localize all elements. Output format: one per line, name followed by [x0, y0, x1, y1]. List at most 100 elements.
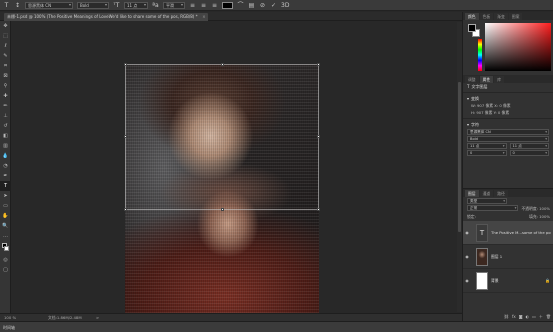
pen-tool-icon[interactable]: ✒ — [0, 171, 11, 181]
fg-bg-colors[interactable] — [0, 241, 11, 255]
visibility-eye-icon[interactable]: ◉ — [463, 254, 471, 259]
tab-swatches[interactable]: 色板 — [479, 13, 494, 20]
move-tool-icon[interactable]: ✥ — [0, 21, 11, 31]
opacity-control[interactable]: 不透明度: 100% — [521, 205, 550, 212]
mask-icon[interactable]: ◙ — [519, 313, 523, 321]
tab-patterns[interactable]: 图案 — [508, 13, 523, 20]
layer-filter-select[interactable]: 类型 — [467, 198, 507, 204]
quick-mask-icon[interactable]: ◎ — [0, 255, 11, 265]
more-tools-icon[interactable]: … — [0, 231, 11, 241]
link-icon[interactable]: ⛓ — [504, 313, 509, 321]
cancel-icon[interactable]: ⊘ — [259, 2, 266, 9]
text-bounding-box[interactable] — [124, 63, 320, 211]
marquee-tool-icon[interactable]: ⬚ — [0, 31, 11, 41]
fx-icon[interactable]: fx — [512, 313, 516, 321]
warp-text-icon[interactable]: ⌒ — [237, 2, 244, 9]
new-layer-icon[interactable]: ＋ — [539, 313, 543, 321]
font-style-select[interactable]: Bold — [77, 1, 109, 9]
hand-tool-icon[interactable]: ✋ — [0, 211, 11, 221]
text-color-swatch[interactable] — [222, 1, 233, 9]
char-tracking-row: 0 0 — [463, 150, 553, 156]
trash-icon[interactable]: 🗑 — [546, 313, 551, 321]
path-selection-tool-icon[interactable]: ➤ — [0, 191, 11, 201]
healing-brush-tool-icon[interactable]: ✚ — [0, 91, 11, 101]
char-leading-select[interactable]: 11 点 — [509, 143, 549, 149]
hue-slider[interactable] — [478, 39, 482, 71]
layer-name[interactable]: 背景 — [491, 278, 499, 284]
blur-tool-icon[interactable]: 💧 — [0, 151, 11, 161]
tab-adjustments[interactable]: 调整 — [465, 76, 479, 83]
transform-handle[interactable] — [221, 208, 224, 211]
tab-paths[interactable]: 路径 — [494, 190, 508, 197]
adjustment-icon[interactable]: ◐ — [526, 313, 530, 321]
font-size-select[interactable]: 11 点 — [124, 1, 148, 9]
layer-row[interactable]: ◉ 背景 🔒 — [463, 269, 553, 293]
char-style-select[interactable]: Bold — [467, 136, 549, 142]
text-tool-icon[interactable]: T — [3, 2, 10, 9]
dodge-tool-icon[interactable]: ◔ — [0, 161, 11, 171]
transform-handle[interactable] — [317, 63, 320, 66]
commit-check-icon[interactable]: ✓ — [270, 2, 277, 9]
rectangle-tool-icon[interactable]: ▭ — [0, 201, 11, 211]
transform-handle[interactable] — [124, 208, 127, 211]
layer-name[interactable]: 图层 1 — [491, 254, 502, 260]
fill-control[interactable]: 填充: 100% — [529, 213, 550, 220]
char-size-select[interactable]: 11 点 — [467, 143, 507, 149]
char-size-row: 11 点 11 点 — [463, 143, 553, 149]
screen-mode-icon[interactable]: ▢ — [0, 265, 11, 275]
char-font-select[interactable]: 思源黑体 CN — [467, 129, 549, 135]
text-orientation-icon[interactable]: ↕ — [14, 2, 21, 9]
panel-foreground-color[interactable] — [468, 24, 476, 32]
brush-tool-icon[interactable]: ✏ — [0, 101, 11, 111]
font-family-select[interactable]: 思源黑体 CN — [25, 1, 73, 9]
crop-tool-icon[interactable]: ⌗ — [0, 61, 11, 71]
tab-channels[interactable]: 通道 — [479, 190, 494, 197]
scrollbar-thumb[interactable] — [458, 82, 461, 232]
align-right-icon[interactable]: ≡ — [211, 2, 218, 9]
layer-name[interactable]: The Positive M...some of the pos — [491, 230, 551, 235]
frame-tool-icon[interactable]: ⊠ — [0, 71, 11, 81]
layer-row[interactable]: ◉ 图层 1 — [463, 245, 553, 269]
tab-libraries[interactable]: 库 — [494, 76, 504, 83]
timeline-label[interactable]: 时间轴 — [3, 325, 15, 330]
align-center-icon[interactable]: ≡ — [200, 2, 207, 9]
document-tab[interactable]: 未標-1.psd @ 100% (The Positive Meanings o… — [4, 13, 208, 21]
type-tool-icon[interactable]: T — [0, 181, 11, 191]
group-icon[interactable]: ▭ — [532, 313, 536, 321]
char-kerning-select[interactable]: 0 — [467, 150, 507, 156]
tab-color[interactable]: 颜色 — [465, 13, 479, 20]
history-brush-tool-icon[interactable]: ↺ — [0, 121, 11, 131]
eraser-tool-icon[interactable]: ◧ — [0, 131, 11, 141]
blend-mode-select[interactable]: 正常 — [467, 205, 519, 211]
visibility-eye-icon[interactable]: ◉ — [463, 230, 471, 235]
char-tracking-select[interactable]: 0 — [509, 150, 549, 156]
transform-handle[interactable] — [124, 135, 127, 138]
visibility-eye-icon[interactable]: ◉ — [463, 278, 471, 283]
transform-handle[interactable] — [317, 208, 320, 211]
character-panel-icon[interactable]: ▤ — [248, 2, 255, 9]
lasso-tool-icon[interactable]: ℓ — [0, 41, 11, 51]
transform-section-title[interactable]: ▾ 变换 — [463, 95, 553, 102]
eyedropper-tool-icon[interactable]: ⚲ — [0, 81, 11, 91]
clone-stamp-tool-icon[interactable]: ⊥ — [0, 111, 11, 121]
canvas-area[interactable] — [12, 22, 457, 322]
gradient-tool-icon[interactable]: ▥ — [0, 141, 11, 151]
transform-handle[interactable] — [317, 135, 320, 138]
anti-alias-select[interactable]: 平滑 — [163, 1, 185, 9]
background-color-swatch[interactable] — [4, 246, 9, 251]
transform-handle[interactable] — [221, 63, 224, 66]
transform-handle[interactable] — [124, 63, 127, 66]
3d-icon[interactable]: 3D — [281, 2, 289, 9]
zoom-tool-icon[interactable]: 🔍 — [0, 221, 11, 231]
tab-properties[interactable]: 属性 — [479, 76, 494, 83]
color-picker-field[interactable] — [485, 23, 551, 71]
quick-select-tool-icon[interactable]: ✎ — [0, 51, 11, 61]
transform-height[interactable]: H: 907 像素 Y: 0 像素 — [463, 109, 553, 116]
align-left-icon[interactable]: ≡ — [189, 2, 196, 9]
tab-gradients[interactable]: 渐变 — [494, 13, 508, 20]
character-section-title[interactable]: ▾ 字符 — [463, 121, 553, 128]
layer-row[interactable]: ◉ T The Positive M...some of the pos — [463, 221, 553, 245]
tab-layers[interactable]: 图层 — [465, 190, 479, 197]
close-tab-icon[interactable]: × — [202, 13, 205, 21]
transform-width[interactable]: W: 907 像素 X: 0 像素 — [463, 102, 553, 109]
